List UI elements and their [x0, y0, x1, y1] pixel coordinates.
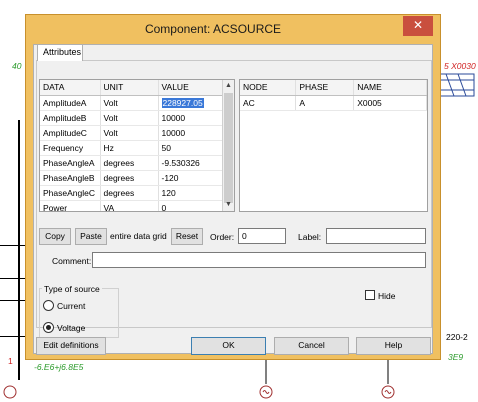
schematic-wire — [0, 278, 26, 279]
data-grid[interactable]: DATA UNIT VALUE AmplitudeA Volt 228927.0… — [39, 79, 235, 212]
data-cell[interactable]: PhaseAngleA — [40, 155, 101, 171]
source-type-group-label: Type of source — [42, 284, 102, 294]
value-cell[interactable]: -9.530326 — [158, 155, 223, 171]
data-cell[interactable]: AmplitudeA — [40, 95, 101, 111]
edit-definitions-button[interactable]: Edit definitions — [36, 337, 106, 355]
order-field[interactable]: 0 — [238, 228, 286, 244]
value-cell[interactable]: 10000 — [158, 110, 223, 126]
cancel-button[interactable]: Cancel — [274, 337, 349, 355]
radio-current-label[interactable]: Current — [57, 301, 85, 311]
schematic-label: 3E9 — [448, 352, 464, 362]
scroll-thumb[interactable] — [224, 93, 233, 203]
data-cell[interactable]: PhaseAngleC — [40, 185, 101, 201]
scroll-up-icon[interactable]: ▲ — [223, 80, 234, 92]
schematic-wire — [0, 300, 26, 301]
value-cell[interactable]: 228927.05 — [158, 95, 223, 111]
scroll-down-icon[interactable]: ▼ — [223, 199, 234, 211]
schematic-label-value: -6.E6+j6.8E5 — [34, 362, 84, 372]
tab-attributes[interactable]: Attributes — [37, 44, 83, 61]
comment-field[interactable] — [92, 252, 426, 268]
unit-cell[interactable]: Volt — [100, 95, 159, 111]
radio-current[interactable] — [43, 300, 54, 311]
schematic-label: 220-2 — [446, 332, 468, 342]
dialog-titlebar[interactable]: Component: ACSOURCE ✕ — [26, 15, 440, 44]
table-row[interactable]: PhaseAngleB degrees -120 — [40, 170, 223, 186]
phase-cell[interactable]: A — [295, 95, 355, 111]
table-row[interactable]: PhaseAngleA degrees -9.530326 — [40, 155, 223, 171]
hide-checkbox[interactable] — [365, 290, 375, 300]
name-cell[interactable]: X0005 — [353, 95, 427, 111]
paste-scope-label: entire data grid — [110, 231, 167, 241]
column-header[interactable]: NAME — [353, 80, 427, 96]
data-grid-scrollbar[interactable]: ▲ ▼ — [222, 80, 234, 211]
order-label: Order: — [210, 232, 235, 242]
selected-value-text[interactable]: 228927.05 — [161, 97, 204, 108]
comment-label: Comment: — [52, 256, 92, 266]
value-cell[interactable]: 10000 — [158, 125, 223, 141]
unit-cell[interactable]: degrees — [100, 185, 159, 201]
table-row[interactable]: PhaseAngleC degrees 120 — [40, 185, 223, 201]
close-button[interactable]: ✕ — [403, 16, 433, 36]
data-cell[interactable]: AmplitudeC — [40, 125, 101, 141]
value-cell[interactable]: -120 — [158, 170, 223, 186]
value-cell[interactable]: 120 — [158, 185, 223, 201]
value-cell[interactable]: 50 — [158, 140, 223, 156]
dialog-client-area: Attributes DATA UNIT VALUE AmplitudeA Vo… — [33, 44, 433, 355]
radio-voltage[interactable] — [43, 322, 54, 333]
hide-label[interactable]: Hide — [378, 291, 395, 301]
radio-selected-dot — [46, 325, 51, 330]
column-header[interactable]: NODE — [240, 80, 297, 96]
unit-cell[interactable]: Volt — [100, 110, 159, 126]
schematic-source-symbol — [381, 360, 395, 399]
copy-button[interactable]: Copy — [39, 228, 71, 245]
table-row[interactable]: AC A X0005 — [240, 95, 427, 111]
unit-cell[interactable]: Hz — [100, 140, 159, 156]
value-cell[interactable]: 0 — [158, 200, 223, 211]
unit-cell[interactable]: degrees — [100, 170, 159, 186]
table-row[interactable]: Frequency Hz 50 — [40, 140, 223, 156]
paste-button[interactable]: Paste — [75, 228, 107, 245]
table-row[interactable]: AmplitudeA Volt 228927.05 — [40, 95, 223, 111]
column-header[interactable]: DATA — [40, 80, 101, 96]
data-grid-header: DATA UNIT VALUE — [40, 80, 223, 96]
data-cell[interactable]: Frequency — [40, 140, 101, 156]
column-header[interactable]: PHASE — [295, 80, 355, 96]
radio-voltage-label[interactable]: Voltage — [57, 323, 85, 333]
node-grid[interactable]: NODE PHASE NAME AC A X0005 — [239, 79, 428, 212]
label-field-label: Label: — [298, 232, 322, 242]
schematic-marker: 1 — [8, 356, 13, 366]
schematic-source-symbol — [3, 385, 17, 399]
dialog-title: Component: ACSOURCE — [144, 22, 282, 36]
node-cell[interactable]: AC — [240, 95, 297, 111]
schematic-switch-symbol — [439, 73, 475, 97]
node-grid-header: NODE PHASE NAME — [240, 80, 427, 96]
ok-button[interactable]: OK — [191, 337, 266, 355]
column-header[interactable]: VALUE — [158, 80, 223, 96]
schematic-source-symbol — [259, 360, 273, 399]
unit-cell[interactable]: degrees — [100, 155, 159, 171]
schematic-wire — [0, 336, 26, 337]
schematic-wire — [0, 245, 26, 246]
column-header[interactable]: UNIT — [100, 80, 159, 96]
reset-button[interactable]: Reset — [171, 228, 203, 245]
table-row[interactable]: Power VA 0 — [40, 200, 223, 211]
table-row[interactable]: AmplitudeC Volt 10000 — [40, 125, 223, 141]
data-cell[interactable]: AmplitudeB — [40, 110, 101, 126]
unit-cell[interactable]: Volt — [100, 125, 159, 141]
help-button[interactable]: Help — [356, 337, 431, 355]
data-cell[interactable]: PhaseAngleB — [40, 170, 101, 186]
data-cell[interactable]: Power — [40, 200, 101, 211]
label-field[interactable] — [326, 228, 426, 244]
schematic-wire — [18, 120, 20, 380]
table-row[interactable]: AmplitudeB Volt 10000 — [40, 110, 223, 126]
unit-cell[interactable]: VA — [100, 200, 159, 211]
schematic-label: 40 — [12, 61, 22, 71]
component-dialog: Component: ACSOURCE ✕ Attributes DATA UN… — [25, 14, 441, 360]
